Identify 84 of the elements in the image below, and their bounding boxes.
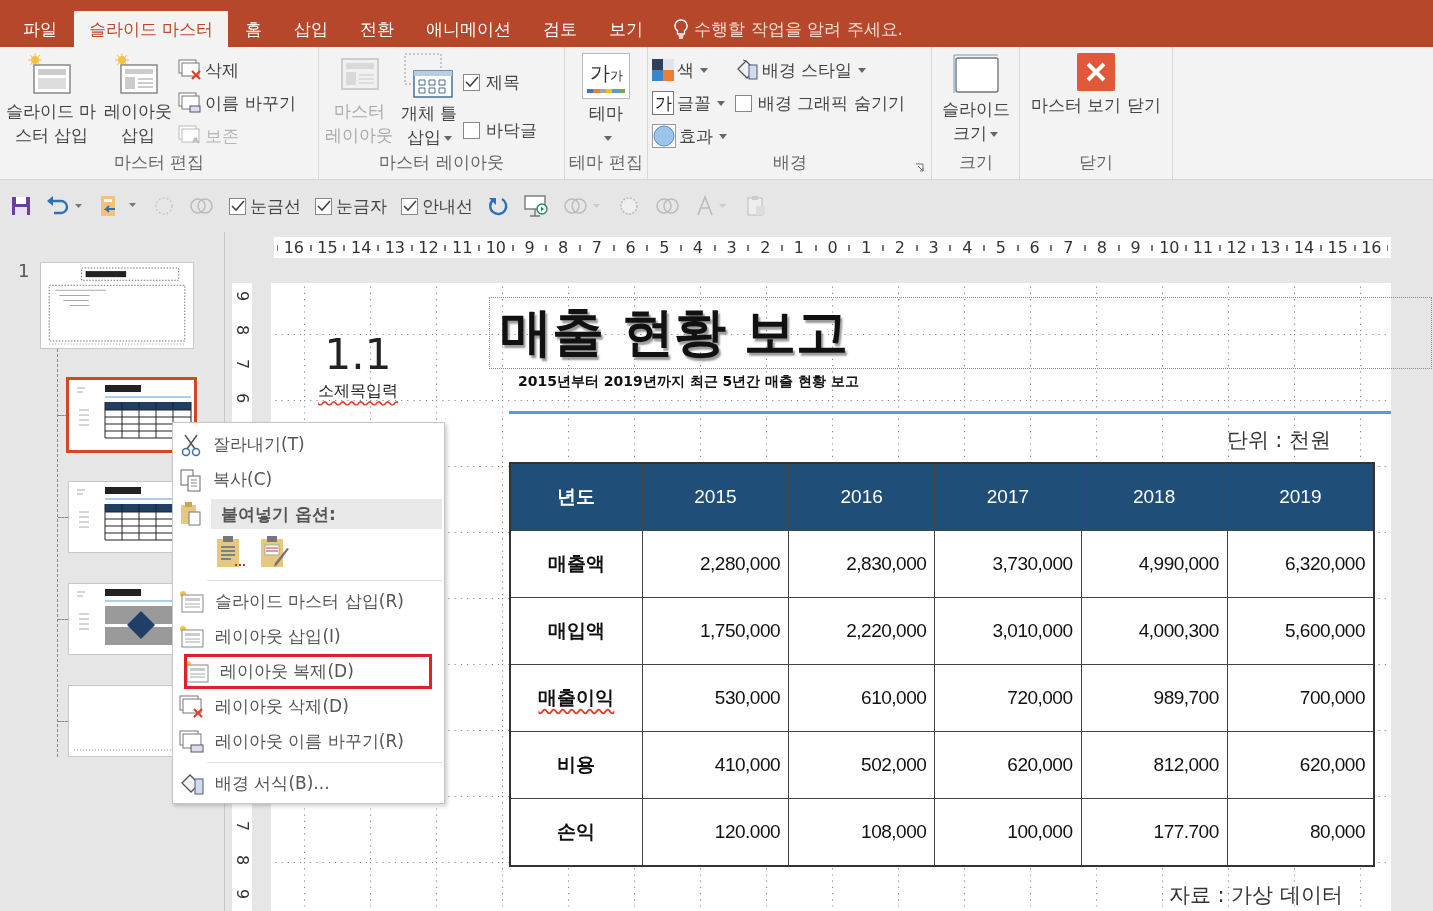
table-cell: 4,000,300 [1081, 597, 1228, 665]
row-header-cell: 매출이익 [510, 664, 643, 732]
ruler-number: 8 [233, 324, 251, 336]
table-cell: 1,750,000 [642, 597, 789, 665]
insert-layout-button[interactable]: 레이아웃 삽입 [102, 53, 175, 151]
insert-placeholder-button[interactable]: 개체 틀 삽입 [399, 53, 460, 151]
group-label: 배경 [771, 151, 808, 174]
rename-button[interactable]: 이름 바꾸기 [178, 88, 296, 118]
ruler-number: 7 [233, 820, 251, 832]
checkbox-label: 제목 [486, 70, 521, 94]
ribbon-tab[interactable]: 삽입 [279, 11, 344, 47]
insert-slide-master-button[interactable]: 슬라이드 마 스터 삽입 [4, 53, 99, 151]
table-cell: 620,000 [934, 731, 1081, 799]
font-icon: 가 [652, 91, 674, 115]
themes-button[interactable]: 가가 테마 [580, 53, 632, 151]
tell-me-field[interactable]: 수행할 작업을 알려 주세요. [674, 11, 904, 47]
table-header-cell: 2017 [934, 463, 1081, 531]
table-cell: 2,220,000 [788, 597, 935, 665]
table-cell: 812,000 [1081, 731, 1228, 799]
ribbon-tab[interactable]: 검토 [528, 11, 593, 47]
ribbon-tab[interactable]: 보기 [594, 11, 659, 47]
table-cell: 3,730,000 [934, 530, 1081, 598]
source-note: 자료 : 가상 데이터 [1167, 882, 1344, 909]
group-label: 마스터 레이아웃 [378, 151, 505, 174]
ruler-number: 8 [233, 854, 251, 866]
close-master-view-button[interactable]: 마스터 보기 닫기 [1029, 53, 1163, 151]
table-cell: 530,000 [642, 664, 789, 732]
menu-item[interactable]: 슬라이드 마스터 삽입(R) [173, 584, 444, 619]
table-header-cell: 2018 [1081, 463, 1228, 531]
effects-button[interactable]: 효과 [652, 121, 727, 151]
fonts-button[interactable]: 가 글꼴 [652, 88, 727, 118]
group-label: 마스터 편집 [112, 151, 206, 174]
colors-button[interactable]: 색 [652, 55, 727, 85]
ruler-number: 9 [233, 888, 251, 900]
unit-label: 단위 : 천원 [1225, 427, 1332, 454]
row-header-cell: 매출액 [510, 530, 643, 598]
menu-item[interactable]: 잘라내기(T) [173, 427, 444, 462]
slide-size-button[interactable]: 슬라이드 크기 [939, 53, 1012, 151]
checkbox-label: 바닥글 [486, 118, 538, 142]
row-header-cell: 비용 [510, 731, 643, 799]
ribbon-tab[interactable]: 슬라이드 마스터 [74, 11, 229, 47]
background-styles-button[interactable]: 배경 스타일 [735, 55, 905, 85]
table-cell: 2,280,000 [642, 530, 789, 598]
ribbon-tab[interactable]: 전환 [345, 11, 410, 47]
menu-item[interactable]: 레이아웃 이름 바꾸기(R) [173, 724, 444, 759]
menu-item[interactable]: 레이아웃 삭제(D) [173, 689, 444, 724]
section-subtitle: 소제목입력 [318, 381, 398, 402]
ruler-number: 7 [233, 358, 251, 370]
table-header-cell: 2019 [1227, 463, 1374, 531]
group-label: 크기 [957, 151, 994, 174]
menu-section-header: 붙여넣기 옵션: [211, 499, 442, 529]
table-cell: 720,000 [934, 664, 1081, 732]
ribbon-tab[interactable]: 파일 [8, 11, 72, 47]
checkbox-label: 눈금선 [250, 194, 301, 218]
checkbox-label: 배경 그래픽 숨기기 [758, 91, 905, 115]
theme-icon: 가가 [582, 53, 630, 99]
table-header-cell: 년도 [510, 463, 643, 531]
menu-item[interactable]: 레이아웃 삽입(I) [173, 619, 444, 654]
checkbox-label: 안내선 [422, 194, 473, 218]
section-number: 1.1 [324, 331, 392, 379]
table-cell: 989,700 [1081, 664, 1228, 732]
menu-item[interactable]: 복사(C) [173, 462, 444, 497]
group-label: 테마 편집 [568, 151, 644, 174]
table-cell: 3,010,000 [934, 597, 1081, 665]
table-cell: 610,000 [788, 664, 935, 732]
table-header-cell: 2016 [788, 463, 935, 531]
ruler-number: 9 [233, 290, 251, 302]
delete-button[interactable]: 삭제 [178, 55, 296, 85]
slide-number: 1 [18, 260, 31, 281]
menu-item[interactable]: 배경 서식(B)... [173, 766, 444, 801]
group-label: 닫기 [1078, 151, 1114, 174]
title-placeholder[interactable]: 매출 현황 보고 [489, 297, 1432, 369]
table-cell: 410,000 [642, 731, 789, 799]
table-header-cell: 2015 [642, 463, 789, 531]
ribbon-tab[interactable]: 홈 [230, 11, 278, 47]
table-cell: 502,000 [788, 731, 935, 799]
checkbox-label: 눈금자 [336, 194, 387, 218]
menu-item[interactable]: 레이아웃 복제(D) [184, 654, 432, 689]
slide-subtitle: 2015년부터 2019년까지 최근 5년간 매출 현황 보고 [517, 373, 860, 391]
table-cell: 4,990,000 [1081, 530, 1228, 598]
row-header-cell: 매입액 [510, 597, 643, 665]
ruler-number: 6 [233, 392, 251, 404]
ribbon-tab[interactable]: 애니메이션 [411, 11, 527, 47]
table-cell: 2,830,000 [788, 530, 935, 598]
